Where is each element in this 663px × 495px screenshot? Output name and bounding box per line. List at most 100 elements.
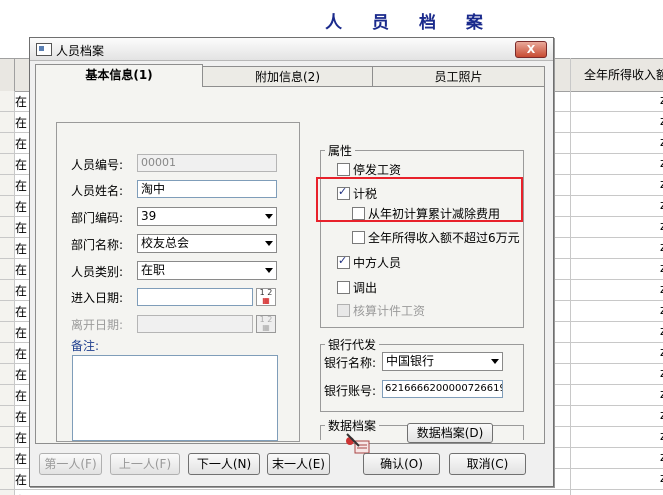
- name-label: 人员姓名:: [71, 184, 124, 198]
- row-header-cell: [0, 91, 15, 111]
- id-field[interactable]: 00001: [137, 154, 277, 172]
- row-header-cell: [0, 133, 15, 153]
- row-header-cell: [0, 280, 15, 300]
- attribute-label: 核算计件工资: [353, 304, 426, 318]
- row-header-cell: [0, 238, 15, 258]
- row-status-cell: 在: [15, 179, 28, 193]
- data-archive-button[interactable]: 数据档案(D): [407, 423, 493, 443]
- dialog-titlebar[interactable]: 人员档案 X: [30, 38, 553, 61]
- row-header-cell: [0, 217, 15, 237]
- calendar-icon[interactable]: 1 2 ▦: [256, 288, 276, 306]
- row-status-cell: 在: [15, 431, 28, 445]
- row-header-cell: [0, 406, 15, 426]
- row-header-cell: [0, 427, 15, 447]
- leave-date-label: 离开日期:: [71, 318, 124, 332]
- row-status-cell: 在: [15, 242, 28, 256]
- row-status-cell: 在: [15, 221, 28, 235]
- row-header-cell: [0, 490, 15, 495]
- row-header-cell: [0, 322, 15, 342]
- row-header-cell: [0, 175, 15, 195]
- row-status-cell: 在: [15, 326, 28, 340]
- row-status-cell: 在: [15, 116, 28, 130]
- bank-caption: 银行代发: [325, 336, 380, 353]
- row-status-cell: 在: [15, 452, 28, 466]
- calendar-icon: 1 2 ▦: [256, 315, 276, 333]
- row-status-cell: 在: [15, 137, 28, 151]
- row-status-cell: 在: [15, 95, 28, 109]
- id-label: 人员编号:: [71, 158, 124, 172]
- bank-name-value: 中国银行: [386, 354, 435, 368]
- row-status-cell: 在: [15, 305, 28, 319]
- next-person-button[interactable]: 下一人(N): [188, 453, 260, 475]
- first-person-button: 第一人(F): [39, 453, 102, 475]
- row-status-cell: 在: [15, 410, 28, 424]
- checkbox-unchecked-icon: [352, 231, 365, 244]
- tab-basic-info[interactable]: 基本信息(1): [35, 64, 203, 87]
- row-header-cell: [0, 364, 15, 384]
- ok-button[interactable]: 确认(O): [363, 453, 440, 475]
- personnel-dialog: 人员档案 X 基本信息(1) 附加信息(2) 员工照片 人员编号: 00001 …: [29, 37, 554, 487]
- dept-code-label: 部门编码:: [71, 211, 124, 225]
- row-status-cell: 在: [15, 473, 28, 487]
- category-select[interactable]: 在职: [137, 261, 277, 280]
- checkbox-checked-icon: [337, 254, 350, 269]
- window-icon: [36, 43, 52, 56]
- tab-additional-info[interactable]: 附加信息(2): [202, 66, 373, 87]
- row-status-cell: 在: [15, 368, 28, 382]
- chevron-down-icon: [265, 214, 273, 219]
- grid-header-income[interactable]: 全年所得收入额: [570, 59, 663, 91]
- row-status-cell: 在: [15, 200, 28, 214]
- checkbox-unchecked-icon: [337, 163, 350, 176]
- cancel-button[interactable]: 取消(C): [449, 453, 526, 475]
- row-header-cell: [0, 196, 15, 216]
- category-label: 人员类别:: [71, 265, 124, 279]
- attribute-label: 全年所得收入额不超过6万元: [368, 231, 520, 245]
- bank-name-select[interactable]: 中国银行: [382, 352, 503, 371]
- bank-name-label: 银行名称:: [324, 356, 377, 370]
- entry-date-field[interactable]: [137, 288, 253, 306]
- dept-name-value: 校友总会: [141, 236, 190, 250]
- attribute-label: 调出: [353, 281, 378, 295]
- row-header-cell: [0, 259, 15, 279]
- grid-header-corner: [0, 59, 15, 91]
- bank-account-field[interactable]: 6216666200000726619: [382, 380, 503, 398]
- close-button[interactable]: X: [515, 41, 547, 58]
- row-status-cell: 在: [15, 389, 28, 403]
- table-row[interactable]: 在z: [0, 490, 663, 495]
- row-header-cell: [0, 448, 15, 468]
- row-header-cell: [0, 301, 15, 321]
- dept-code-select[interactable]: 39: [137, 207, 277, 226]
- row-header-cell: [0, 112, 15, 132]
- prev-person-button: 上一人(F): [110, 453, 180, 475]
- last-person-button[interactable]: 末一人(E): [267, 453, 330, 475]
- row-status-cell: 在: [15, 158, 28, 172]
- dept-name-select[interactable]: 校友总会: [137, 234, 277, 253]
- row-header-cell: [0, 343, 15, 363]
- row-header-cell: [0, 154, 15, 174]
- chevron-down-icon: [265, 268, 273, 273]
- chevron-down-icon: [491, 359, 499, 364]
- row-status-cell: 在: [15, 284, 28, 298]
- notes-label: 备注:: [71, 339, 100, 353]
- background-title: 人 员 档 案: [325, 13, 495, 33]
- chevron-down-icon: [265, 241, 273, 246]
- row-status-cell: 在: [15, 263, 28, 277]
- highlight-rectangle: [316, 177, 523, 222]
- checkbox-unchecked-icon: [337, 304, 350, 317]
- row-header-cell: [0, 469, 15, 489]
- tab-employee-photo[interactable]: 员工照片: [372, 66, 545, 87]
- notes-textarea[interactable]: [72, 355, 278, 441]
- row-status-cell: 在: [15, 347, 28, 361]
- leave-date-field: [137, 315, 253, 333]
- attribute-label: 中方人员: [353, 256, 402, 270]
- bank-account-label: 银行账号:: [324, 384, 377, 398]
- category-value: 在职: [141, 263, 166, 277]
- checkbox-unchecked-icon: [337, 281, 350, 294]
- basic-info-panel: 人员编号: 00001 人员姓名: 淘中 部门编码: 39 部门名称: 校友总会…: [35, 86, 545, 444]
- attributes-caption: 属性: [325, 142, 356, 159]
- entry-date-label: 进入日期:: [71, 291, 124, 305]
- name-field[interactable]: 淘中: [137, 180, 277, 198]
- dialog-title: 人员档案: [56, 44, 105, 58]
- row-header-cell: [0, 385, 15, 405]
- attribute-label: 停发工资: [353, 163, 402, 177]
